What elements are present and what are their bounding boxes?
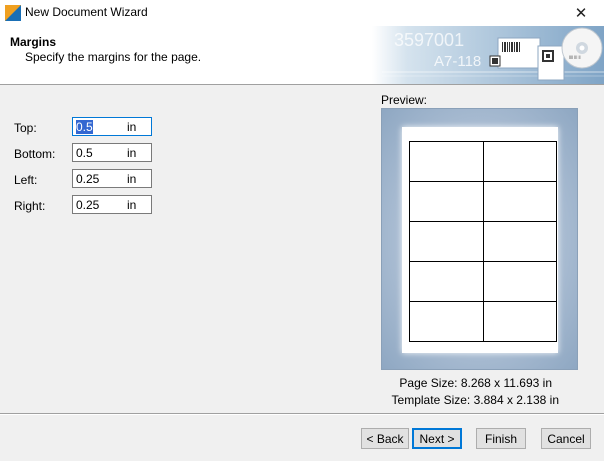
top-label: Top:	[14, 121, 37, 135]
bottom-margin-input[interactable]	[76, 145, 120, 160]
label-cell	[483, 302, 557, 342]
label-cell	[410, 222, 484, 262]
label-card-graphic	[489, 37, 541, 69]
svg-text:|||| ||| ||: |||| ||| ||	[569, 54, 581, 59]
barcode-banner-image: 3597001 A7-118 |||| ||| ||	[372, 26, 604, 84]
bottom-margin-field[interactable]: in	[72, 143, 152, 162]
page-title: Margins	[10, 35, 57, 49]
label-cell	[410, 182, 484, 222]
top-unit-label: in	[127, 120, 137, 134]
page-subtitle: Specify the margins for the page.	[25, 50, 202, 64]
close-button[interactable]: ✕	[558, 0, 604, 26]
footer-divider	[0, 413, 604, 415]
disc-icon: |||| ||| ||	[561, 27, 603, 69]
bottom-label: Bottom:	[14, 147, 56, 161]
label-cell	[410, 262, 484, 302]
template-size-info: Template Size: 3.884 x 2.138 in	[381, 393, 559, 407]
label-cell	[483, 222, 557, 262]
template-size-label: Template Size:	[391, 393, 471, 407]
page-size-info: Page Size: 8.268 x 11.693 in	[381, 376, 552, 390]
top-margin-field[interactable]: in	[72, 117, 152, 136]
app-logo-icon	[5, 5, 21, 21]
window-title: New Document Wizard	[25, 5, 148, 19]
right-label: Right:	[14, 199, 46, 213]
left-margin-input[interactable]	[76, 171, 120, 186]
left-label: Left:	[14, 173, 38, 187]
banner-code-text: A7-118	[434, 53, 481, 70]
page-size-label: Page Size:	[399, 376, 458, 390]
close-icon: ✕	[574, 5, 588, 22]
top-margin-input[interactable]	[76, 119, 120, 134]
label-cell	[483, 262, 557, 302]
label-grid	[409, 141, 557, 342]
template-size-value: 3.884 x 2.138 in	[473, 393, 559, 407]
banner-number-text: 3597001	[394, 30, 464, 50]
preview-panel	[381, 108, 578, 370]
back-button[interactable]: < Back	[361, 428, 409, 449]
wizard-header: Margins Specify the margins for the page…	[0, 26, 604, 85]
right-margin-field[interactable]: in	[72, 195, 152, 214]
finish-button[interactable]: Finish	[476, 428, 526, 449]
page-size-value: 8.268 x 11.693 in	[460, 376, 552, 390]
bottom-unit-label: in	[127, 146, 137, 160]
label-cell	[483, 182, 557, 222]
next-button[interactable]: Next >	[412, 428, 462, 449]
preview-page	[402, 127, 558, 353]
left-margin-field[interactable]: in	[72, 169, 152, 188]
preview-label: Preview:	[381, 93, 428, 107]
label-cell	[410, 302, 484, 342]
label-cell	[410, 142, 484, 182]
cancel-button[interactable]: Cancel	[541, 428, 591, 449]
right-margin-input[interactable]	[76, 197, 120, 212]
right-unit-label: in	[127, 198, 137, 212]
label-cell	[483, 142, 557, 182]
title-bar: New Document Wizard ✕	[0, 0, 604, 26]
left-unit-label: in	[127, 172, 137, 186]
